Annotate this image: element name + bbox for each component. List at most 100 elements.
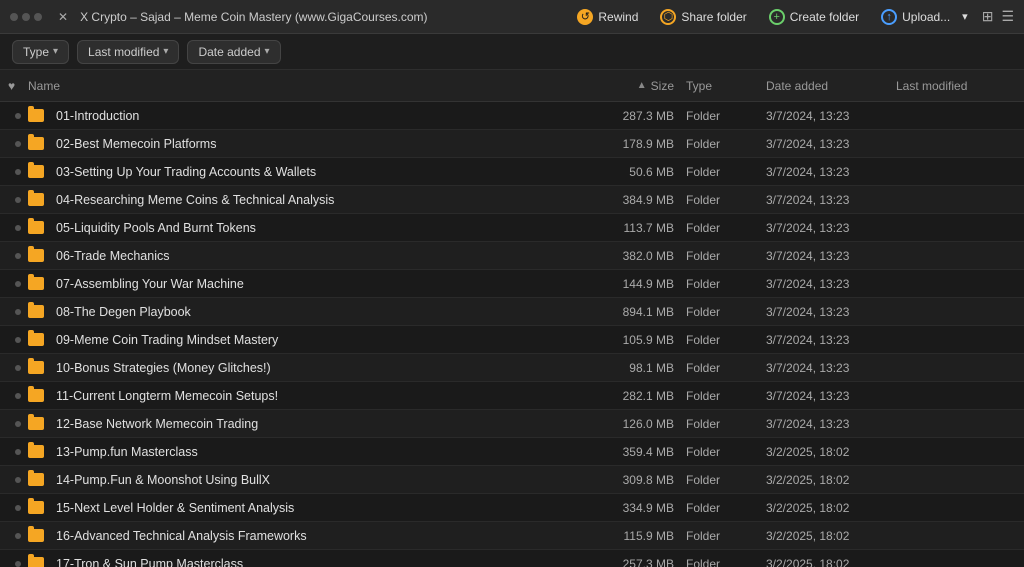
row-date-added: 3/7/2024, 13:23 <box>766 165 896 179</box>
close-button[interactable]: ✕ <box>58 10 68 24</box>
row-name: 07-Assembling Your War Machine <box>56 277 586 291</box>
row-size: 98.1 MB <box>586 361 686 375</box>
row-type: Folder <box>686 193 766 207</box>
upload-caret-button[interactable]: ▾ <box>958 6 972 27</box>
list-view-icon[interactable]: ☰ <box>1001 8 1014 25</box>
row-name-cell: 09-Meme Coin Trading Mindset Mastery <box>28 333 586 347</box>
table-row[interactable]: 05-Liquidity Pools And Burnt Tokens 113.… <box>0 214 1024 242</box>
dot-2 <box>22 13 30 21</box>
folder-icon <box>28 249 44 262</box>
create-folder-button[interactable]: + Create folder <box>761 5 867 29</box>
row-star <box>8 365 28 371</box>
date-added-arrow: ▾ <box>265 46 270 57</box>
row-name-cell: 02-Best Memecoin Platforms <box>28 137 586 151</box>
row-type: Folder <box>686 501 766 515</box>
table-row[interactable]: 17-Tron & Sun Pump Masterclass 257.3 MB … <box>0 550 1024 567</box>
share-folder-button[interactable]: ⬡ Share folder <box>652 5 754 29</box>
last-modified-arrow: ▾ <box>163 46 168 57</box>
row-date-added: 3/2/2025, 18:02 <box>766 473 896 487</box>
table-row[interactable]: 15-Next Level Holder & Sentiment Analysi… <box>0 494 1024 522</box>
row-size: 359.4 MB <box>586 445 686 459</box>
header-name[interactable]: Name <box>28 79 586 93</box>
table-row[interactable]: 09-Meme Coin Trading Mindset Mastery 105… <box>0 326 1024 354</box>
row-type: Folder <box>686 529 766 543</box>
row-star <box>8 477 28 483</box>
create-folder-icon: + <box>769 9 785 25</box>
table-row[interactable]: 04-Researching Meme Coins & Technical An… <box>0 186 1024 214</box>
row-date-added: 3/7/2024, 13:23 <box>766 221 896 235</box>
row-size: 382.0 MB <box>586 249 686 263</box>
table-row[interactable]: 13-Pump.fun Masterclass 359.4 MB Folder … <box>0 438 1024 466</box>
row-date-added: 3/7/2024, 13:23 <box>766 277 896 291</box>
row-size: 334.9 MB <box>586 501 686 515</box>
upload-group: ↑ Upload... ▾ <box>873 5 972 29</box>
row-size: 50.6 MB <box>586 165 686 179</box>
folder-icon <box>28 557 44 567</box>
row-name-cell: 05-Liquidity Pools And Burnt Tokens <box>28 221 586 235</box>
row-star <box>8 225 28 231</box>
row-type: Folder <box>686 137 766 151</box>
table-row[interactable]: 16-Advanced Technical Analysis Framework… <box>0 522 1024 550</box>
row-type: Folder <box>686 221 766 235</box>
table-row[interactable]: 12-Base Network Memecoin Trading 126.0 M… <box>0 410 1024 438</box>
rewind-icon: ↺ <box>577 9 593 25</box>
row-star <box>8 421 28 427</box>
row-date-added: 3/7/2024, 13:23 <box>766 333 896 347</box>
folder-icon <box>28 389 44 402</box>
grid-view-icon[interactable]: ⊞ <box>982 8 994 25</box>
header-type[interactable]: Type <box>686 79 766 93</box>
row-date-added: 3/2/2025, 18:02 <box>766 557 896 567</box>
last-modified-filter-button[interactable]: Last modified ▾ <box>77 40 179 64</box>
folder-icon <box>28 333 44 346</box>
row-name: 09-Meme Coin Trading Mindset Mastery <box>56 333 586 347</box>
table-row[interactable]: 03-Setting Up Your Trading Accounts & Wa… <box>0 158 1024 186</box>
row-star <box>8 141 28 147</box>
row-type: Folder <box>686 389 766 403</box>
row-date-added: 3/2/2025, 18:02 <box>766 445 896 459</box>
table-row[interactable]: 01-Introduction 287.3 MB Folder 3/7/2024… <box>0 102 1024 130</box>
header-size[interactable]: ▲ Size <box>586 79 686 93</box>
table-row[interactable]: 07-Assembling Your War Machine 144.9 MB … <box>0 270 1024 298</box>
table-row[interactable]: 08-The Degen Playbook 894.1 MB Folder 3/… <box>0 298 1024 326</box>
row-size: 257.3 MB <box>586 557 686 567</box>
table-row[interactable]: 11-Current Longterm Memecoin Setups! 282… <box>0 382 1024 410</box>
row-name-cell: 10-Bonus Strategies (Money Glitches!) <box>28 361 586 375</box>
row-date-added: 3/7/2024, 13:23 <box>766 305 896 319</box>
date-added-filter-button[interactable]: Date added ▾ <box>187 40 280 64</box>
row-name: 03-Setting Up Your Trading Accounts & Wa… <box>56 165 586 179</box>
row-size: 384.9 MB <box>586 193 686 207</box>
rewind-button[interactable]: ↺ Rewind <box>569 5 646 29</box>
table-row[interactable]: 02-Best Memecoin Platforms 178.9 MB Fold… <box>0 130 1024 158</box>
view-icons: ⊞ ☰ <box>982 8 1014 25</box>
row-size: 178.9 MB <box>586 137 686 151</box>
folder-icon <box>28 473 44 486</box>
row-type: Folder <box>686 473 766 487</box>
folder-icon <box>28 193 44 206</box>
row-name-cell: 01-Introduction <box>28 109 586 123</box>
folder-icon <box>28 137 44 150</box>
header-date-added[interactable]: Date added <box>766 79 896 93</box>
table-row[interactable]: 14-Pump.Fun & Moonshot Using BullX 309.8… <box>0 466 1024 494</box>
header-star: ♥ <box>8 79 28 93</box>
row-star <box>8 533 28 539</box>
row-type: Folder <box>686 109 766 123</box>
row-date-added: 3/2/2025, 18:02 <box>766 501 896 515</box>
header-last-modified[interactable]: Last modified <box>896 79 1016 93</box>
row-name-cell: 11-Current Longterm Memecoin Setups! <box>28 389 586 403</box>
row-star <box>8 253 28 259</box>
folder-icon <box>28 305 44 318</box>
dot-1 <box>10 13 18 21</box>
row-star <box>8 169 28 175</box>
row-name-cell: 16-Advanced Technical Analysis Framework… <box>28 529 586 543</box>
row-date-added: 3/7/2024, 13:23 <box>766 389 896 403</box>
type-filter-button[interactable]: Type ▾ <box>12 40 69 64</box>
window-title: X Crypto – Sajad – Meme Coin Mastery (ww… <box>80 10 561 24</box>
row-name-cell: 03-Setting Up Your Trading Accounts & Wa… <box>28 165 586 179</box>
upload-button[interactable]: ↑ Upload... <box>873 5 958 29</box>
row-name: 17-Tron & Sun Pump Masterclass <box>56 557 586 567</box>
titlebar: ✕ X Crypto – Sajad – Meme Coin Mastery (… <box>0 0 1024 34</box>
row-name: 13-Pump.fun Masterclass <box>56 445 586 459</box>
table-row[interactable]: 06-Trade Mechanics 382.0 MB Folder 3/7/2… <box>0 242 1024 270</box>
row-name-cell: 07-Assembling Your War Machine <box>28 277 586 291</box>
table-row[interactable]: 10-Bonus Strategies (Money Glitches!) 98… <box>0 354 1024 382</box>
